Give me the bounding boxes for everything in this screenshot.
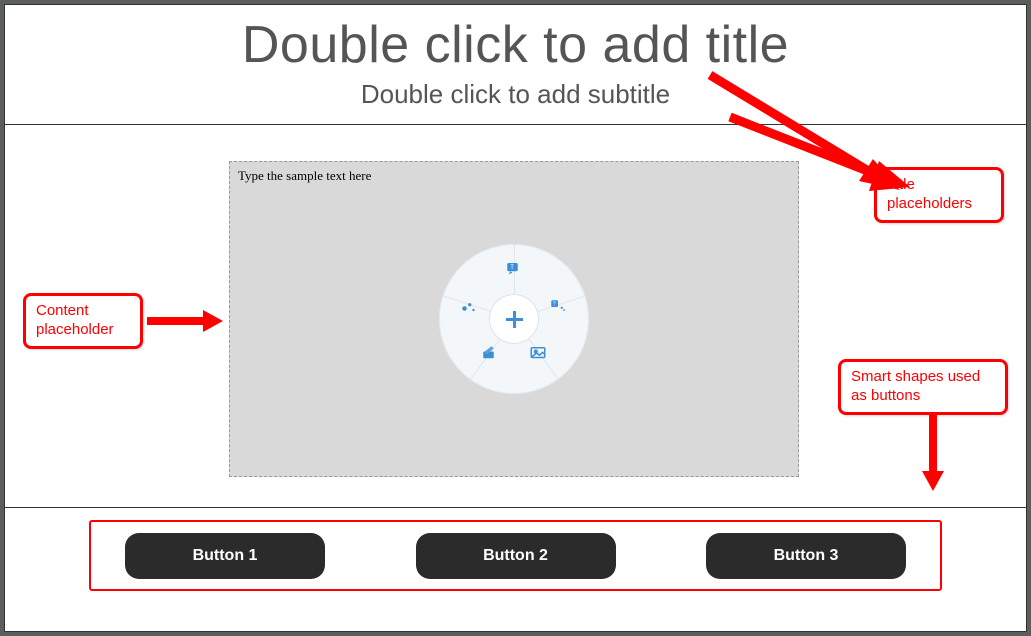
arrow-smart-shapes [920, 413, 946, 493]
smart-shape-button-3[interactable]: Button 3 [706, 533, 906, 579]
radial-add-button[interactable] [490, 295, 538, 343]
text-animation-icon[interactable] [458, 296, 480, 318]
interaction-icon[interactable] [479, 342, 501, 364]
svg-text:T: T [510, 265, 514, 271]
content-placeholder-text[interactable]: Type the sample text here [230, 162, 798, 190]
text-caption-icon[interactable]: T [503, 258, 525, 280]
callout-smart-shapes: Smart shapes used as buttons [838, 359, 1008, 415]
smart-shape-button-1[interactable]: Button 1 [125, 533, 325, 579]
plus-icon [502, 307, 526, 331]
body-area: Type the sample text here T ? [5, 125, 1026, 507]
question-icon[interactable]: ? [547, 296, 569, 318]
content-radial-menu: T ? [439, 244, 589, 394]
callout-title-placeholders: Title placeholders [874, 167, 1004, 223]
footer-area: Button 1 Button 2 Button 3 [5, 507, 1026, 603]
content-placeholder[interactable]: Type the sample text here T ? [229, 161, 799, 477]
subtitle-placeholder[interactable]: Double click to add subtitle [5, 79, 1026, 110]
title-area: Double click to add title Double click t… [5, 5, 1026, 125]
slide-canvas: Double click to add title Double click t… [4, 4, 1027, 632]
smart-shape-button-2[interactable]: Button 2 [416, 533, 616, 579]
callout-content-placeholder: Content placeholder [23, 293, 143, 349]
arrow-content-placeholder [145, 308, 225, 334]
svg-text:?: ? [553, 302, 556, 308]
image-icon[interactable] [527, 342, 549, 364]
title-placeholder[interactable]: Double click to add title [5, 15, 1026, 75]
button-row-highlight: Button 1 Button 2 Button 3 [89, 520, 942, 591]
